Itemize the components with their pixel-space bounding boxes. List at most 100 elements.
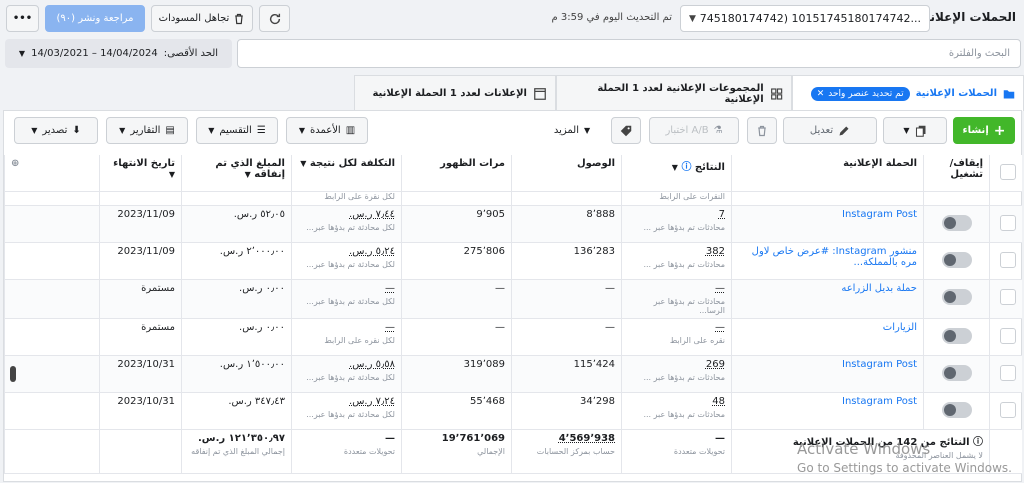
more-options-button[interactable]: ••• xyxy=(6,5,39,32)
campaign-select[interactable]: ▼ 745180174742) 10151745180174742... xyxy=(680,5,930,32)
columns-icon: ▥ xyxy=(345,125,356,136)
add-column-icon[interactable]: ⊕ xyxy=(11,158,19,169)
table-row[interactable]: Instagram Post 269 محادثات تم بدؤها عبر .… xyxy=(4,355,1022,393)
export-button[interactable]: ▼ تصدير ⬇ xyxy=(14,117,98,144)
results-value: 382 xyxy=(705,245,725,257)
row-toggle-cell[interactable] xyxy=(923,205,990,243)
end-date-value: 2023/10/31 xyxy=(117,358,175,370)
tag-button[interactable] xyxy=(611,117,641,144)
create-button[interactable]: إنشاء + xyxy=(953,117,1015,144)
table-row[interactable]: الزيارات — نقره على الرابط — — — لكل نقره … xyxy=(4,318,1022,356)
row-toggle-cell[interactable] xyxy=(923,355,990,393)
row-select-cell[interactable] xyxy=(989,279,1022,319)
row-select-cell[interactable] xyxy=(989,318,1022,356)
table-cell xyxy=(731,191,924,206)
campaign-toggle[interactable] xyxy=(941,288,972,305)
row-spent-cell: ٣٤٧٫٤٣ ر.س. xyxy=(181,392,292,430)
selection-chip-label: تم تحديد عنصر واحد xyxy=(828,88,904,99)
duplicate-button[interactable]: ▼ xyxy=(883,117,947,144)
breakdown-icon: ☰ xyxy=(256,125,266,136)
close-icon[interactable]: ✕ xyxy=(817,89,825,99)
row-campaign-cell[interactable]: حملة بديل الزراعه xyxy=(731,279,924,319)
campaign-name-link[interactable]: حملة بديل الزراعه xyxy=(841,283,917,294)
search-input[interactable]: البحث والفلترة xyxy=(237,39,1021,68)
select-all-checkbox[interactable] xyxy=(999,164,1016,180)
row-select-cell[interactable] xyxy=(989,355,1022,393)
campaign-toggle[interactable] xyxy=(941,364,972,381)
row-campaign-cell[interactable]: Instagram Post xyxy=(731,205,924,243)
discard-drafts-button[interactable]: تجاهل المسودات xyxy=(151,5,253,32)
add-column-cell[interactable]: ⊕ xyxy=(4,155,100,192)
refresh-button[interactable] xyxy=(259,5,290,32)
col-cost-per-result[interactable]: التكلفة لكل نتيجة ▼ xyxy=(291,155,402,192)
table-cell: النقرات على الرابط xyxy=(621,191,732,206)
row-toggle-cell[interactable] xyxy=(923,318,990,356)
tab-campaigns[interactable]: الحملات الإعلانية تم تحديد عنصر واحد ✕ xyxy=(792,75,1024,111)
row-checkbox[interactable] xyxy=(999,327,1016,344)
row-select-cell[interactable] xyxy=(989,205,1022,243)
col-toggle[interactable]: إيقاف/تشغيل xyxy=(923,155,990,192)
campaign-toggle[interactable] xyxy=(941,327,972,344)
row-checkbox[interactable] xyxy=(999,401,1016,418)
selection-chip[interactable]: تم تحديد عنصر واحد ✕ xyxy=(810,86,910,101)
reach-value: 136٬283 xyxy=(573,245,615,257)
col-reach[interactable]: الوصول xyxy=(511,155,622,192)
delete-button[interactable] xyxy=(747,117,777,144)
table-cell xyxy=(4,392,100,430)
review-publish-button[interactable]: مراجعة ونشر (٩٠) xyxy=(45,5,145,32)
row-reach-cell: — xyxy=(511,279,622,319)
tab-ad-sets[interactable]: المجموعات الإعلانية لعدد 1 الحملة الإعلا… xyxy=(556,75,792,111)
row-campaign-cell[interactable]: Instagram Post xyxy=(731,392,924,430)
table-row[interactable]: حملة بديل الزراعه — محادثات تم بدؤها عبر … xyxy=(4,279,1022,319)
col-campaign[interactable]: الحملة الإعلانية xyxy=(731,155,924,192)
results-value: 269 xyxy=(705,358,725,370)
campaign-name-link[interactable]: Instagram Post xyxy=(842,209,917,220)
row-end-cell: 2023/10/31 xyxy=(99,355,182,393)
table-row[interactable]: منشور Instagram: #عرض خاص لاول مره بالمم… xyxy=(4,242,1022,280)
row-toggle-cell[interactable] xyxy=(923,279,990,319)
campaign-name-link[interactable]: منشور Instagram: #عرض خاص لاول مره بالمم… xyxy=(752,246,917,268)
row-select-cell[interactable] xyxy=(989,242,1022,280)
date-range-button[interactable]: الحد الأقصى: 14/03/2021 – 14/04/2024 ▼ xyxy=(5,39,232,68)
row-campaign-cell[interactable]: الزيارات xyxy=(731,318,924,356)
table-row[interactable]: Instagram Post 48 محادثات تم بدؤها عبر ..… xyxy=(4,392,1022,430)
row-toggle-cell[interactable] xyxy=(923,242,990,280)
create-label: إنشاء xyxy=(962,125,989,136)
row-results-cell: 269 محادثات تم بدؤها عبر ... xyxy=(621,355,732,393)
campaign-toggle[interactable] xyxy=(941,214,972,231)
ab-test-button[interactable]: اختبار A/B ⚗ xyxy=(649,117,739,144)
col-amount-spent[interactable]: المبلغ الذي تم إنفاقه ▼ xyxy=(181,155,292,192)
more-button[interactable]: المزيد ▼ xyxy=(541,117,603,144)
scrollbar-thumb[interactable] xyxy=(10,366,16,382)
breakdown-button[interactable]: ▼ التقسيم ☰ xyxy=(196,117,278,144)
columns-button[interactable]: ▼ الأعمدة ▥ xyxy=(286,117,368,144)
row-toggle-cell[interactable] xyxy=(923,392,990,430)
table-row[interactable]: Instagram Post 7 محادثات تم بدؤها عبر ...… xyxy=(4,205,1022,243)
results-value: — xyxy=(715,321,725,333)
row-checkbox[interactable] xyxy=(999,251,1016,268)
campaign-toggle[interactable] xyxy=(941,251,972,268)
info-icon[interactable]: ⓘ xyxy=(681,162,691,173)
campaign-name-link[interactable]: Instagram Post xyxy=(842,359,917,370)
row-spent-cell: ٠٫٠٠ ر.س. xyxy=(181,279,292,319)
edit-button[interactable]: تعديل xyxy=(783,117,877,144)
row-select-cell[interactable] xyxy=(989,392,1022,430)
row-checkbox[interactable] xyxy=(999,364,1016,381)
col-end-date[interactable]: تاريخ الانتهاء ▼ xyxy=(99,155,182,192)
row-checkbox[interactable] xyxy=(999,288,1016,305)
select-all-cell[interactable] xyxy=(989,155,1022,192)
campaign-name-link[interactable]: الزيارات xyxy=(883,322,917,333)
row-campaign-cell[interactable]: منشور Instagram: #عرض خاص لاول مره بالمم… xyxy=(731,242,924,280)
row-checkbox[interactable] xyxy=(999,214,1016,231)
reports-icon: ▤ xyxy=(165,125,175,136)
reports-button[interactable]: ▼ التقارير ▤ xyxy=(106,117,188,144)
tab-ads[interactable]: الإعلانات لعدد 1 الحملة الإعلانية xyxy=(354,75,556,111)
campaign-toggle[interactable] xyxy=(941,401,972,418)
col-results[interactable]: النتائج ⓘ ▼ xyxy=(621,155,732,192)
campaign-name-link[interactable]: Instagram Post xyxy=(842,396,917,407)
spent-value: ٠٫٠٠ ر.س. xyxy=(239,321,285,333)
row-campaign-cell[interactable]: Instagram Post xyxy=(731,355,924,393)
col-impressions[interactable]: مرات الظهور xyxy=(401,155,512,192)
reports-label: التقارير xyxy=(130,125,161,136)
spent-value: ٥٢٫٠٥ ر.س. xyxy=(233,208,285,220)
